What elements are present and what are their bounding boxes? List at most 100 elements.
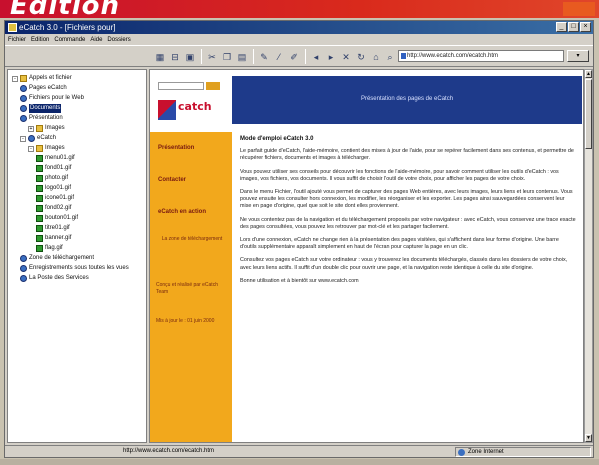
address-bar[interactable]: http://www.ecatch.com/ecatch.htm	[398, 50, 564, 62]
refresh-icon[interactable]: ↻	[354, 50, 368, 63]
brush-icon[interactable]: ⁄	[272, 50, 286, 63]
address-value: http://www.ecatch.com/ecatch.htm	[407, 53, 499, 59]
article-paragraph: Consultez vos pages eCatch sur votre ord…	[240, 257, 568, 271]
menu-file[interactable]: Fichier	[8, 35, 26, 45]
tree-item[interactable]: flag.gif	[36, 244, 63, 253]
address-go-button[interactable]: ▾	[567, 50, 589, 62]
scroll-thumb[interactable]	[585, 79, 592, 149]
forward-icon[interactable]: ▸	[324, 50, 338, 63]
tree-item[interactable]: menu01.gif	[36, 154, 75, 163]
scroll-up-icon[interactable]: ▲	[585, 70, 592, 78]
tree-item[interactable]: Enregistrements sous toutes les vues	[20, 264, 129, 273]
status-zone: Zone Internet	[455, 447, 591, 457]
status-bar: http://www.ecatch.com/ecatch.htm Zone In…	[5, 445, 593, 457]
nav-link-presentation[interactable]: Présentation	[158, 144, 226, 152]
home-icon[interactable]: ⌂	[369, 50, 383, 63]
tree-item[interactable]: photo.gif	[36, 174, 68, 183]
status-zone-label: Zone Internet	[468, 449, 504, 455]
search-icon[interactable]: ⌕	[383, 50, 397, 63]
article-paragraph: Ne vous contentez pas de la navigation e…	[240, 216, 576, 230]
page-content[interactable]: catch Présentation Contacter eCatch en a…	[149, 69, 584, 443]
file-icon	[36, 235, 43, 242]
tree-item-label: eCatch	[37, 135, 57, 141]
nav-link-contact[interactable]: Contacter	[158, 176, 226, 184]
scroll-down-icon[interactable]: ▼	[585, 434, 592, 442]
folder-tree[interactable]: - Appels et fichier Pages eCatch Fichiers p…	[7, 69, 147, 443]
tree-item-label: Présentation	[29, 115, 63, 121]
tree-item[interactable]: fond01.gif	[36, 164, 71, 173]
file-icon	[36, 165, 43, 172]
close-button[interactable]: ×	[580, 22, 591, 32]
save-icon[interactable]: ▣	[183, 50, 197, 63]
collapse-icon[interactable]: -	[20, 135, 26, 142]
pencil-icon[interactable]: ✐	[287, 50, 301, 63]
tree-item[interactable]: fond02.gif	[36, 204, 71, 213]
back-icon[interactable]: ◂	[309, 50, 323, 63]
tree-item[interactable]: icone01.gif	[36, 194, 74, 203]
nav-updated: Mis à jour le : 01 juin 2000	[156, 318, 215, 324]
copy-icon[interactable]: ❐	[220, 50, 234, 63]
globe-icon	[28, 135, 35, 142]
tree-item-label: Zone de téléchargement	[29, 255, 95, 261]
tree-item[interactable]: Documents	[20, 104, 62, 113]
tree-item[interactable]: Zone de téléchargement	[20, 254, 94, 263]
tree-item[interactable]: - eCatch	[20, 134, 56, 143]
expand-icon[interactable]: +	[28, 125, 34, 132]
file-icon	[36, 225, 43, 232]
menu-help[interactable]: Aide	[90, 35, 102, 45]
globe-icon	[20, 255, 27, 262]
tree-item-label: Pages eCatch	[29, 85, 67, 91]
tree-item[interactable]: La Poste des Services	[20, 274, 89, 283]
stop-icon[interactable]: ✕	[339, 50, 353, 63]
app-window: eCatch 3.0 - [Fichiers pour] _ □ × Fichi…	[4, 20, 594, 458]
site-search-button[interactable]	[206, 82, 220, 90]
globe-icon	[20, 105, 27, 112]
ecatch-logo-icon	[158, 100, 176, 120]
minimize-button[interactable]: _	[556, 22, 567, 32]
tree-item[interactable]: - Appels et fichier	[12, 74, 72, 83]
tree-item[interactable]: Pages eCatch	[20, 84, 67, 93]
tree-item-label: menu01.gif	[45, 155, 75, 161]
article-footer-note[interactable]: Bonne utilisation et à bientôt sur www.e…	[240, 278, 576, 285]
collapse-icon[interactable]: -	[12, 75, 18, 82]
new-page-icon[interactable]: ▦	[153, 50, 167, 63]
nav-credits: Conçu et réalisé par eCatch Team	[156, 282, 218, 295]
menu-folders[interactable]: Dossiers	[107, 35, 130, 45]
tree-item[interactable]: Présentation	[20, 114, 63, 123]
site-sidebar: catch Présentation Contacter eCatch en a…	[150, 70, 232, 442]
edit-icon[interactable]: ✎	[257, 50, 271, 63]
open-icon[interactable]: ⊟	[168, 50, 182, 63]
vertical-scrollbar[interactable]: ▲ ▼	[584, 69, 593, 443]
site-search-input[interactable]	[158, 82, 204, 90]
article-paragraph: Lors d'une connexion, eCatch ne change r…	[240, 237, 559, 251]
nav-link-action[interactable]: eCatch en action	[158, 208, 226, 216]
magazine-tag	[563, 2, 595, 16]
site-header: Présentation des pages de eCatch	[232, 76, 582, 124]
tree-item[interactable]: banner.gif	[36, 234, 71, 243]
tree-item[interactable]: + Images	[28, 124, 65, 133]
tree-item[interactable]: bouton01.gif	[36, 214, 78, 223]
article-paragraph: Dans le menu Fichier, l'outil ajouté vou…	[240, 189, 573, 210]
tree-item[interactable]: - Images	[28, 144, 65, 153]
menu-edit[interactable]: Edition	[31, 35, 49, 45]
site-logo-area: catch	[150, 70, 232, 132]
collapse-icon[interactable]: -	[28, 145, 34, 152]
file-icon	[36, 155, 43, 162]
folder-icon	[36, 145, 43, 152]
globe-icon	[20, 275, 27, 282]
page-icon	[401, 53, 406, 59]
globe-icon	[20, 265, 27, 272]
cut-icon[interactable]: ✂	[205, 50, 219, 63]
menu-command[interactable]: Commande	[54, 35, 85, 45]
paste-icon[interactable]: ▤	[235, 50, 249, 63]
maximize-button[interactable]: □	[568, 22, 579, 32]
file-icon	[36, 205, 43, 212]
tree-item-label: Images	[45, 145, 65, 151]
globe-icon	[20, 85, 27, 92]
tree-item[interactable]: titre01.gif	[36, 224, 70, 233]
tree-item[interactable]: logo01.gif	[36, 184, 71, 193]
tree-item[interactable]: Fichiers pour le Web	[20, 94, 84, 103]
article-paragraph: Vous pouvez utiliser ses conseils pour d…	[240, 168, 559, 182]
status-text: http://www.ecatch.com/ecatch.htm	[123, 448, 215, 454]
nav-download-zone[interactable]: La zone de téléchargement	[160, 236, 224, 243]
